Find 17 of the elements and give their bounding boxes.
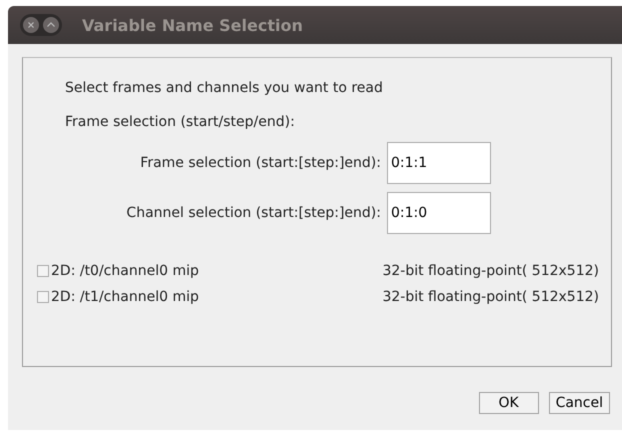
field-label: Channel selection (start:[step:]end): (125, 205, 381, 221)
section-label: Frame selection (start/step/end): (65, 114, 296, 130)
instruction-text: Select frames and channels you want to read (65, 80, 384, 96)
close-icon[interactable] (22, 16, 40, 34)
variable-type: 32-bit floating-point( 512x512) (382, 289, 599, 305)
checkbox[interactable] (37, 291, 49, 303)
maximize-icon[interactable] (42, 16, 60, 34)
cancel-button[interactable]: Cancel (548, 392, 610, 414)
input-field[interactable]: 0:1:1 (387, 142, 491, 184)
variable-name: 2D: /t0/channel0 mip (51, 263, 199, 279)
field-label: Frame selection (start:[step:]end): (139, 155, 381, 171)
checkbox[interactable] (37, 265, 49, 277)
window-title: Variable Name Selection (82, 16, 303, 34)
ok-button[interactable]: OK (478, 392, 539, 414)
variable-type: 32-bit floating-point( 512x512) (382, 263, 599, 279)
variable-name: 2D: /t1/channel0 mip (51, 289, 199, 305)
input-field[interactable]: 0:1:0 (387, 192, 491, 234)
